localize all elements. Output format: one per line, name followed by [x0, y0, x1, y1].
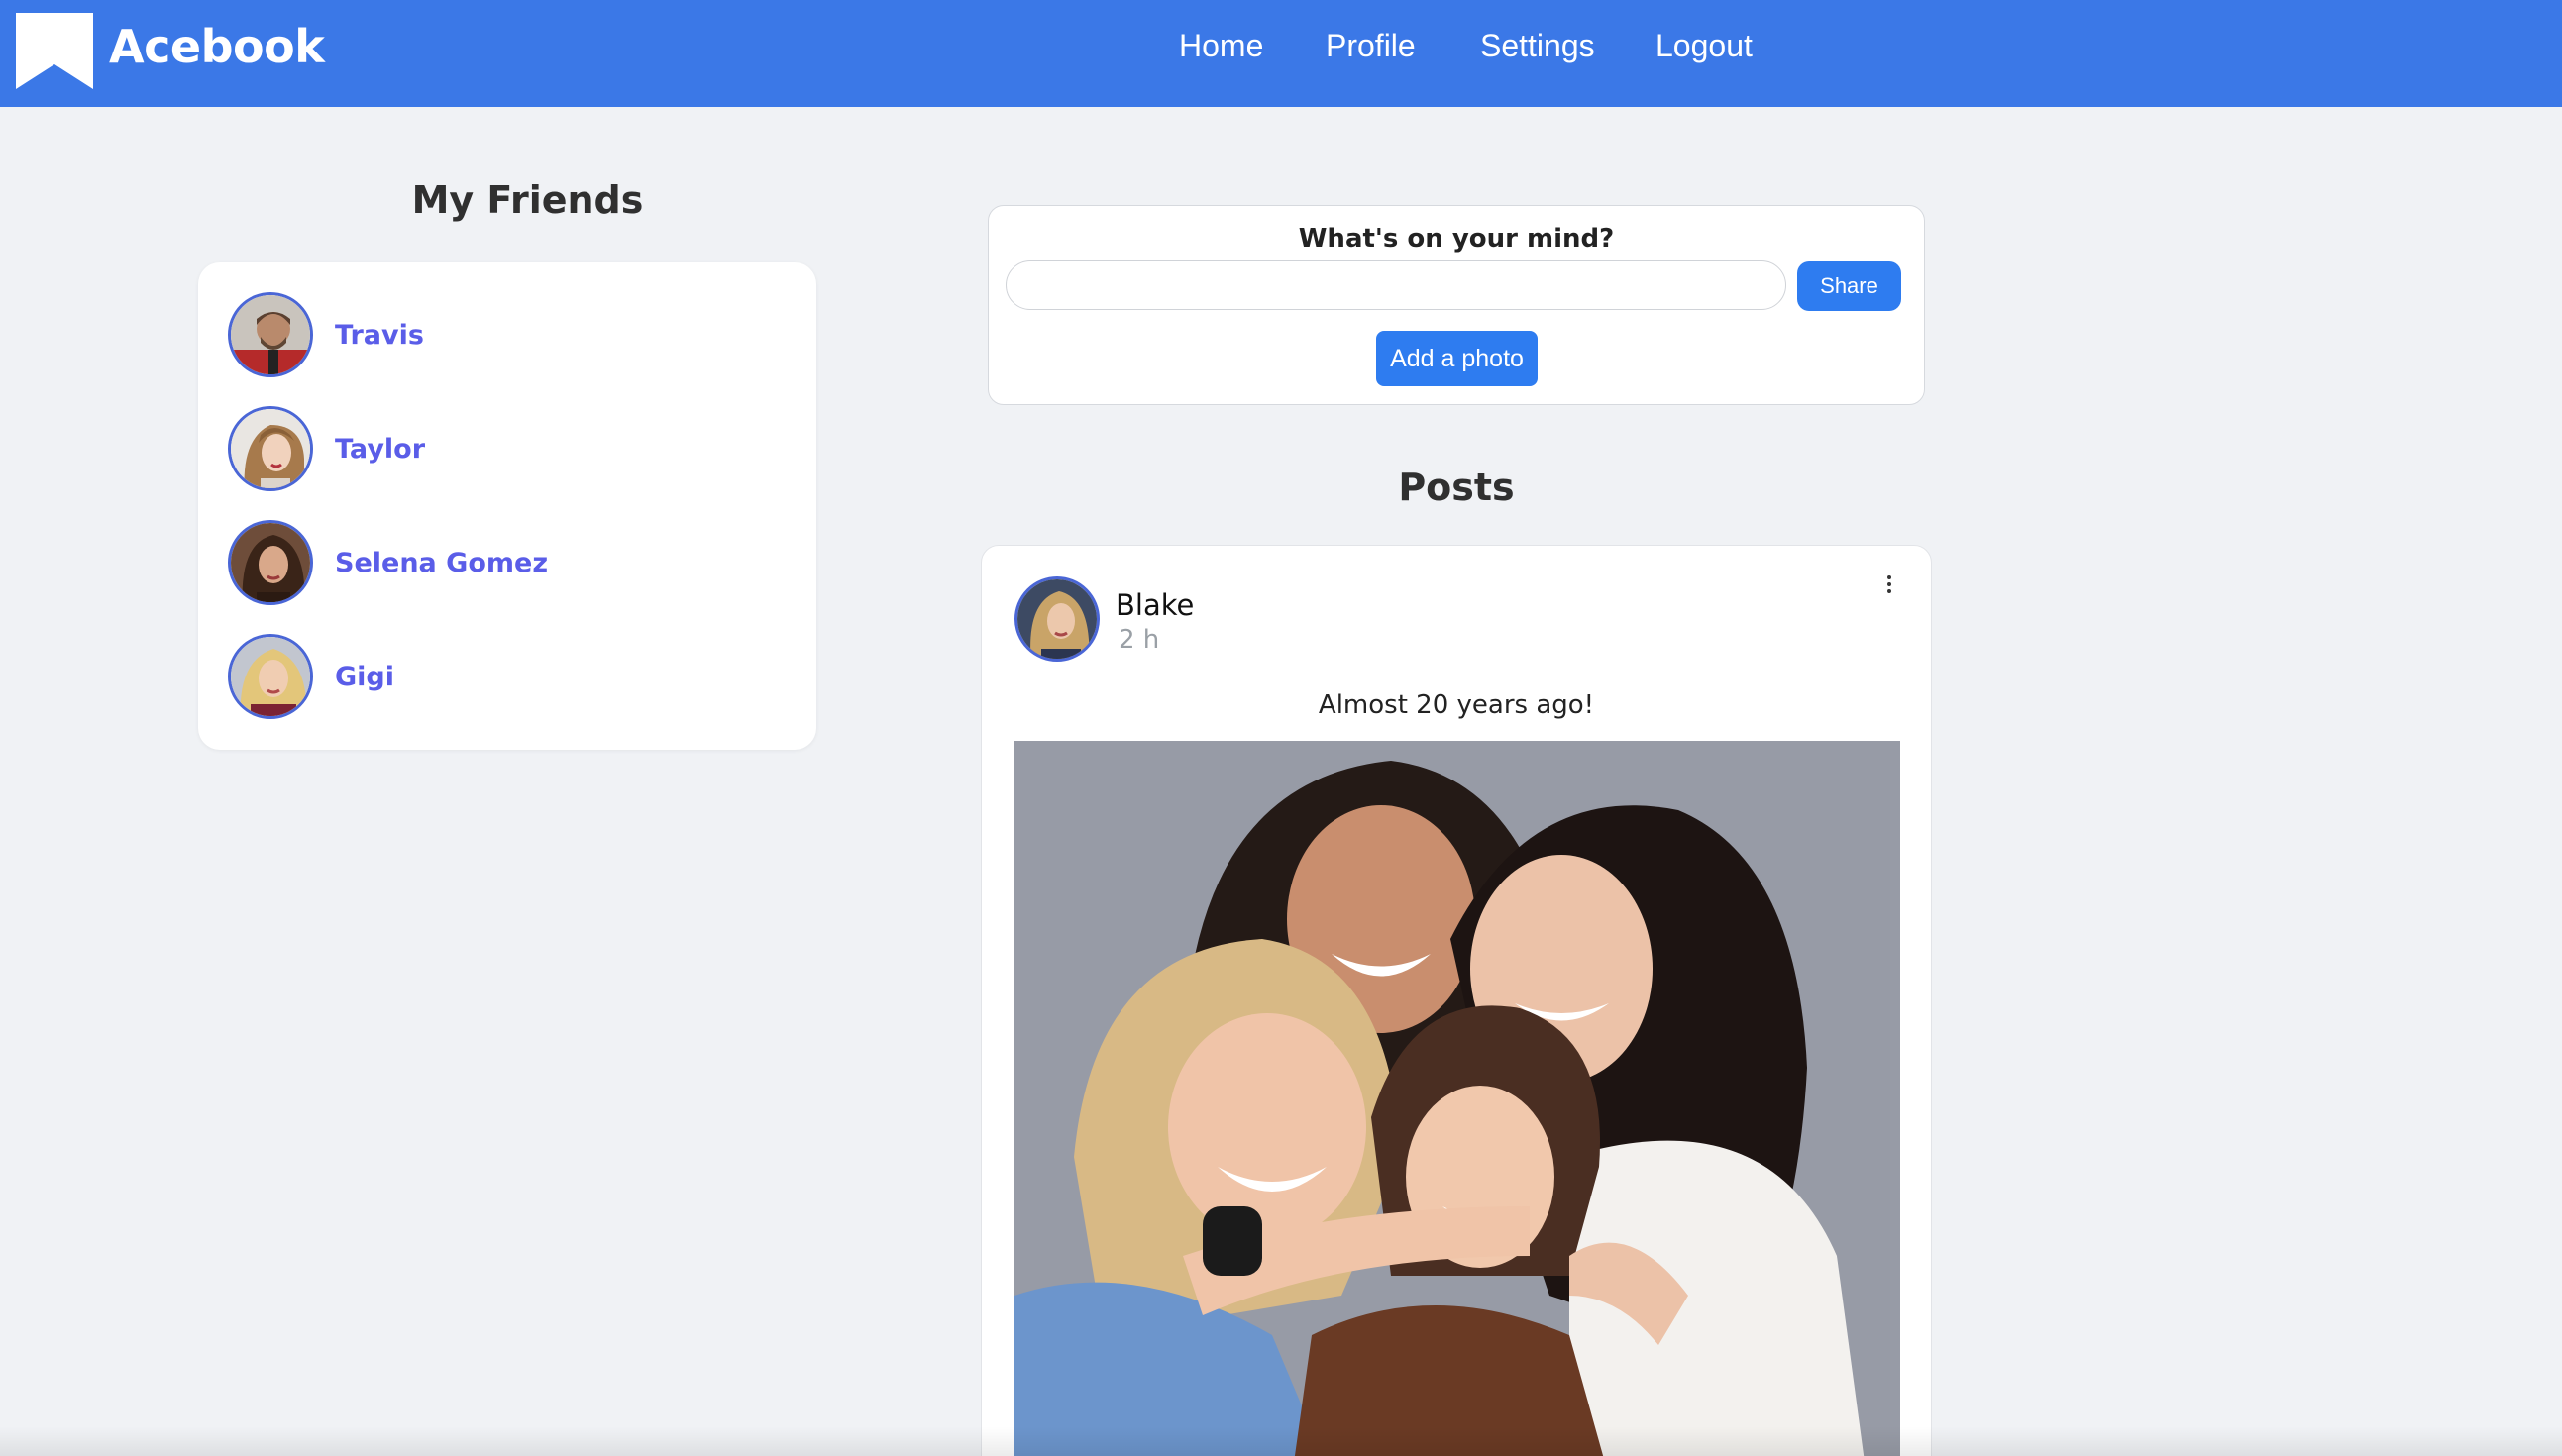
post-photo	[1014, 741, 1900, 1456]
avatar[interactable]	[228, 634, 313, 719]
nav-logout-link[interactable]: Logout	[1655, 28, 1753, 77]
post-card: Blake 2 h Almost 20 years ago!	[981, 545, 1932, 1456]
avatar[interactable]	[228, 520, 313, 605]
posts-heading: Posts	[1398, 466, 1515, 509]
nav-home-link[interactable]: Home	[1179, 28, 1263, 77]
post-composer: What's on your mind? Share Add a photo	[988, 205, 1925, 405]
friend-name[interactable]: Taylor	[335, 434, 425, 465]
post-author[interactable]: Blake	[1116, 588, 1194, 622]
status-input[interactable]	[1006, 260, 1786, 310]
friend-item-gigi[interactable]: Gigi	[228, 633, 783, 720]
bookmark-icon[interactable]	[16, 13, 93, 89]
avatar[interactable]	[228, 292, 313, 377]
friend-name[interactable]: Gigi	[335, 662, 394, 692]
friends-list: Travis Taylor Selena Gomez Gigi	[198, 262, 816, 750]
composer-heading: What's on your mind?	[1298, 224, 1615, 254]
avatar[interactable]	[1014, 576, 1100, 662]
add-photo-button[interactable]: Add a photo	[1376, 331, 1538, 386]
post-timestamp: 2 h	[1119, 625, 1160, 655]
page-bottom-fade	[0, 1426, 2562, 1456]
nav-settings-link[interactable]: Settings	[1480, 28, 1595, 77]
friend-name[interactable]: Selena Gomez	[335, 548, 548, 578]
top-navigation-bar: Acebook Home Profile Settings Logout	[0, 0, 2562, 107]
more-vertical-icon[interactable]	[1879, 570, 1899, 599]
post-text: Almost 20 years ago!	[1318, 690, 1595, 720]
friend-name[interactable]: Travis	[335, 320, 424, 351]
avatar[interactable]	[228, 406, 313, 491]
nav-profile-link[interactable]: Profile	[1326, 28, 1416, 77]
friends-heading: My Friends	[411, 178, 644, 222]
friend-item-taylor[interactable]: Taylor	[228, 405, 783, 492]
friend-item-selena-gomez[interactable]: Selena Gomez	[228, 519, 783, 606]
friend-item-travis[interactable]: Travis	[228, 291, 783, 378]
brand-name[interactable]: Acebook	[109, 20, 325, 73]
share-button[interactable]: Share	[1797, 261, 1901, 311]
